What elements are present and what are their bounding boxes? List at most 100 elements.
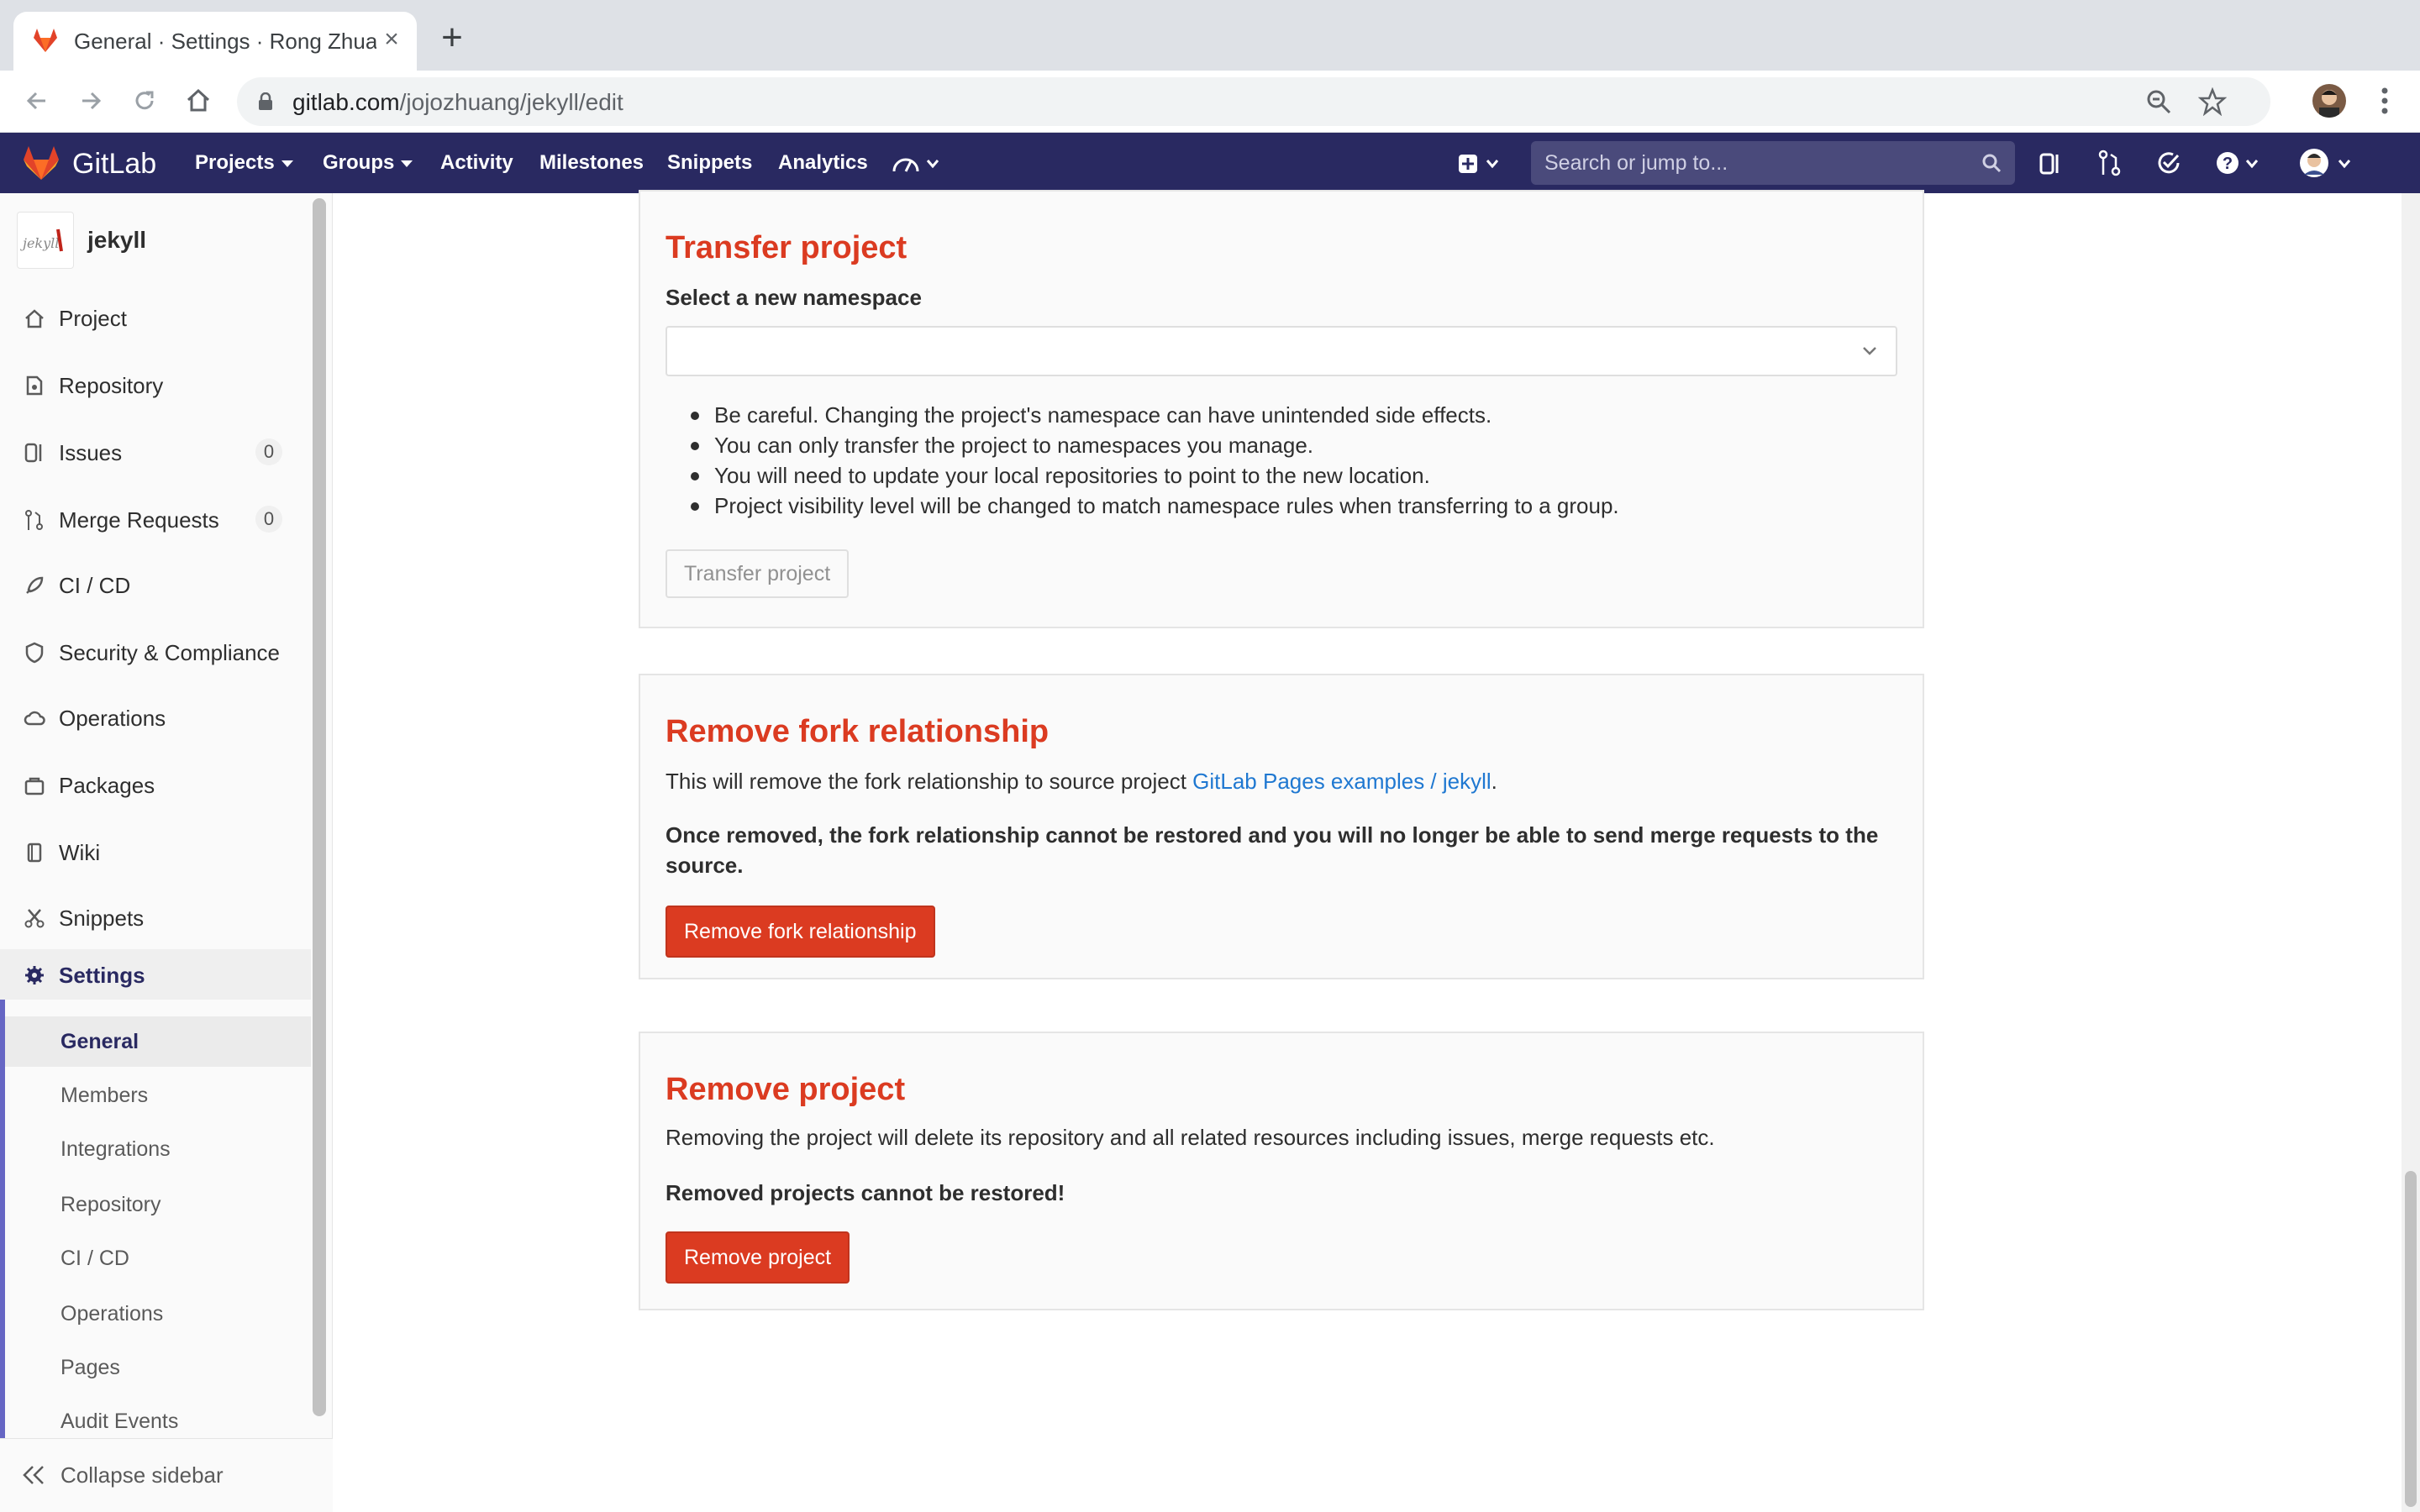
help-icon[interactable]: ? xyxy=(2215,148,2265,178)
sidebar-item-ci-cd[interactable]: CI / CD xyxy=(0,559,311,610)
sidebar-item-label: Wiki xyxy=(59,840,101,865)
sidebar-item-label: Operations xyxy=(59,706,166,731)
issues-icon xyxy=(24,443,42,463)
browser-tab[interactable]: General · Settings · Rong Zhuang × xyxy=(13,12,417,71)
sidebar-item-operations[interactable]: Operations xyxy=(0,692,311,743)
svg-text:?: ? xyxy=(2223,155,2233,173)
settings-sub-members[interactable]: Members xyxy=(5,1070,311,1121)
source-project-link[interactable]: GitLab Pages examples / jekyll xyxy=(1192,769,1491,794)
remove-fork-title: Remove fork relationship xyxy=(666,714,1050,749)
performance-bar-icon[interactable] xyxy=(891,148,944,178)
nav-snippets[interactable]: Snippets xyxy=(667,151,752,175)
browser-menu-icon[interactable] xyxy=(2370,84,2400,118)
merge-request-icon[interactable] xyxy=(2097,148,2123,178)
sidebar-item-label: CI / CD xyxy=(59,573,131,598)
doc-icon xyxy=(26,375,43,396)
back-icon[interactable] xyxy=(22,86,52,116)
remove-project-button[interactable]: Remove project xyxy=(666,1231,850,1284)
scissors-icon xyxy=(24,909,45,928)
page-scrollbar-thumb[interactable] xyxy=(2405,1171,2417,1507)
nav-projects[interactable]: Projects xyxy=(195,151,293,175)
issues-icon[interactable] xyxy=(2039,148,2064,178)
nav-groups[interactable]: Groups xyxy=(323,151,413,175)
settings-sub-operations[interactable]: Operations xyxy=(5,1289,311,1339)
settings-sub-general[interactable]: General xyxy=(5,1016,311,1067)
sidebar-item-settings[interactable]: Settings xyxy=(0,949,311,1000)
shield-icon xyxy=(25,642,44,664)
zoom-icon[interactable] xyxy=(2146,89,2171,114)
sidebar-item-snippets[interactable]: Snippets xyxy=(0,892,311,942)
transfer-warnings-list: Be careful. Changing the project's names… xyxy=(691,400,1619,521)
chevron-down-icon xyxy=(281,160,293,167)
forward-icon[interactable] xyxy=(76,86,106,116)
settings-sub-ci-cd[interactable]: CI / CD xyxy=(5,1233,311,1284)
new-item-icon[interactable] xyxy=(1457,148,1504,178)
sub-label: Integrations xyxy=(60,1137,171,1161)
sidebar-item-merge-requests[interactable]: Merge Requests 0 xyxy=(0,494,311,544)
remove-fork-description: This will remove the fork relationship t… xyxy=(666,766,1497,796)
address-bar[interactable]: gitlab.com/jojozhuang/jekyll/edit xyxy=(237,77,2270,126)
reload-icon[interactable] xyxy=(129,86,160,116)
settings-sub-pages[interactable]: Pages xyxy=(5,1342,311,1393)
cloud-icon xyxy=(24,711,45,726)
gear-icon xyxy=(25,966,44,984)
remove-project-panel: Remove project Removing the project will… xyxy=(639,1032,1924,1310)
remove-project-warning: Removed projects cannot be restored! xyxy=(666,1180,1065,1205)
package-icon xyxy=(24,777,45,795)
list-item: Project visibility level will be changed… xyxy=(691,491,1619,521)
url-path: /jojozhuang/jekyll/edit xyxy=(399,89,623,115)
sidebar-scrollbar[interactable] xyxy=(313,198,326,1416)
sidebar-item-label: Settings xyxy=(59,963,145,988)
transfer-title: Transfer project xyxy=(666,230,908,265)
sidebar-item-issues[interactable]: Issues 0 xyxy=(0,427,311,477)
gitlab-brand[interactable]: GitLab xyxy=(72,148,156,181)
namespace-select[interactable] xyxy=(666,326,1897,376)
sidebar-item-label: Issues xyxy=(59,440,123,465)
close-icon[interactable]: × xyxy=(378,27,405,54)
rocket-icon xyxy=(26,576,44,594)
sidebar-item-repository[interactable]: Repository xyxy=(0,360,311,410)
sidebar-item-security[interactable]: Security & Compliance xyxy=(0,627,311,677)
sub-label: Members xyxy=(60,1084,149,1107)
sub-label: CI / CD xyxy=(60,1247,129,1270)
sidebar-item-packages[interactable]: Packages xyxy=(0,759,311,810)
new-tab-icon[interactable]: + xyxy=(435,19,469,56)
todo-icon[interactable] xyxy=(2156,148,2181,178)
project-avatar: jekyll xyxy=(17,212,74,269)
collapse-sidebar-label: Collapse sidebar xyxy=(60,1462,224,1488)
nav-activity[interactable]: Activity xyxy=(440,151,513,175)
bookmark-star-icon[interactable] xyxy=(2198,87,2227,116)
main-content: Transfer project Select a new namespace … xyxy=(333,190,2400,1512)
remove-project-title: Remove project xyxy=(666,1072,906,1107)
gitlab-favicon-icon xyxy=(34,29,57,52)
sidebar-item-label: Project xyxy=(59,306,127,331)
gitlab-search-input[interactable]: Search or jump to... xyxy=(1531,141,2015,185)
merge-requests-count-badge: 0 xyxy=(255,506,282,533)
gitlab-logo-icon[interactable] xyxy=(22,144,60,181)
nav-analytics[interactable]: Analytics xyxy=(778,151,868,175)
list-item: Be careful. Changing the project's names… xyxy=(691,400,1619,430)
sidebar-item-label: Merge Requests xyxy=(59,507,219,533)
home-icon[interactable] xyxy=(183,86,213,116)
nav-milestones[interactable]: Milestones xyxy=(539,151,644,175)
user-avatar-menu[interactable] xyxy=(2297,148,2360,178)
project-sidebar: jekyll jekyll Project Repository Issues … xyxy=(0,193,333,1512)
url-host: gitlab.com xyxy=(292,89,400,115)
sidebar-item-wiki[interactable]: Wiki xyxy=(0,827,311,877)
sub-label: Audit Events xyxy=(60,1410,179,1433)
transfer-project-button[interactable]: Transfer project xyxy=(666,549,850,598)
remove-fork-button[interactable]: Remove fork relationship xyxy=(666,906,935,958)
sub-label: Operations xyxy=(60,1302,164,1326)
sidebar-item-project[interactable]: Project xyxy=(0,292,311,343)
browser-tab-strip: General · Settings · Rong Zhuang × + xyxy=(0,0,2420,71)
settings-sub-repository[interactable]: Repository xyxy=(5,1179,311,1230)
collapse-sidebar-button[interactable]: Collapse sidebar xyxy=(0,1438,333,1512)
project-name: jekyll xyxy=(87,227,147,253)
settings-sub-integrations[interactable]: Integrations xyxy=(5,1124,311,1174)
page-scrollbar[interactable] xyxy=(2402,193,2420,1512)
nav-projects-label: Projects xyxy=(195,151,275,174)
svg-text:jekyll: jekyll xyxy=(20,235,59,251)
browser-profile-avatar[interactable] xyxy=(2312,84,2346,118)
home-icon xyxy=(25,309,44,328)
chevron-down-icon xyxy=(401,160,413,167)
